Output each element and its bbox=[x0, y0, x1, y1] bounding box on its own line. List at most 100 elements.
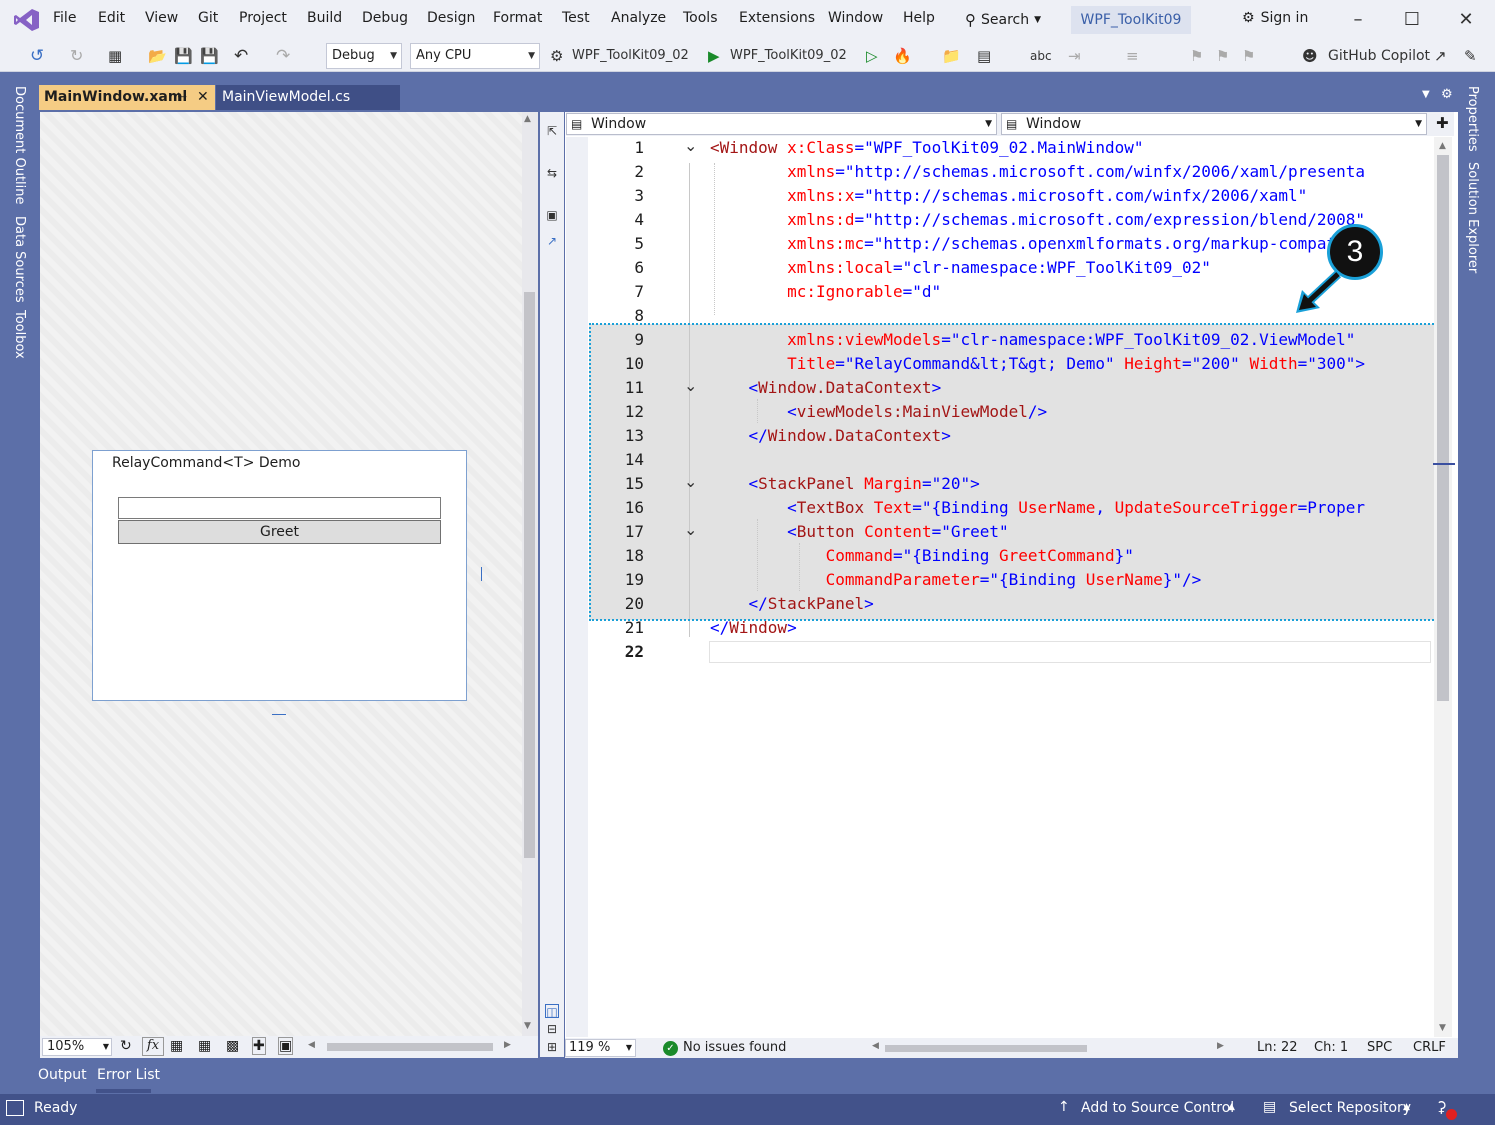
run-target-label[interactable]: WPF_ToolKit09_02 bbox=[730, 45, 847, 67]
startup-project-label[interactable]: WPF_ToolKit09_02 bbox=[572, 45, 689, 67]
scroll-up-icon[interactable]: ▲ bbox=[524, 114, 531, 124]
maximize-button[interactable]: ☐ bbox=[1398, 8, 1426, 32]
close-icon[interactable]: ✕ bbox=[197, 85, 209, 110]
forward-icon[interactable]: ↻ bbox=[70, 45, 83, 67]
snap-grid-icon[interactable]: ▦ bbox=[198, 1038, 211, 1054]
horizontal-scroll-thumb[interactable] bbox=[885, 1045, 1087, 1052]
menu-debug[interactable]: Debug bbox=[362, 10, 408, 26]
tab-list-icon[interactable]: ▼ bbox=[1422, 89, 1430, 100]
refresh-icon[interactable]: ↻ bbox=[120, 1038, 132, 1054]
line-ending-indicator[interactable]: CRLF bbox=[1413, 1040, 1446, 1055]
visual-studio-logo-icon[interactable] bbox=[14, 7, 40, 33]
tab-toolbox[interactable]: Toolbox bbox=[12, 310, 27, 359]
column-indicator[interactable]: Ch: 1 bbox=[1314, 1040, 1348, 1055]
configuration-select[interactable]: Debug ▼ bbox=[326, 43, 402, 69]
snap-lines-icon[interactable]: ✚ bbox=[252, 1037, 266, 1055]
scroll-right-icon[interactable]: ▶ bbox=[1217, 1041, 1224, 1051]
tab-output[interactable]: Output bbox=[38, 1067, 87, 1083]
tab-mainwindow-xaml[interactable]: MainWindow.xaml ⊢ ✕ bbox=[39, 85, 215, 110]
tab-document-outline[interactable]: Document Outline bbox=[12, 86, 27, 205]
pointer-icon[interactable]: ⇱ bbox=[545, 124, 559, 138]
select-repository[interactable]: Select Repository bbox=[1289, 1100, 1411, 1116]
hot-reload-icon[interactable]: 🔥 bbox=[893, 45, 912, 67]
preview-greet-button[interactable]: Greet bbox=[118, 520, 441, 544]
nav-type-select[interactable]: ▤ Window ▼ bbox=[566, 113, 997, 135]
folder-icon[interactable]: 📁 bbox=[942, 45, 961, 67]
nav-member-select[interactable]: ▤ Window ▼ bbox=[1001, 113, 1427, 135]
scroll-down-icon[interactable]: ▼ bbox=[524, 1021, 531, 1031]
tab-properties[interactable]: Properties bbox=[1465, 86, 1480, 152]
window-preview[interactable]: RelayCommand<T> Demo Greet bbox=[92, 450, 467, 701]
menu-format[interactable]: Format bbox=[493, 10, 542, 26]
line-indicator[interactable]: Ln: 22 bbox=[1257, 1040, 1298, 1055]
toggle-icon[interactable]: ▣ bbox=[545, 208, 559, 222]
device-icon[interactable]: ▣ bbox=[278, 1037, 294, 1055]
designer-hscroll-thumb[interactable] bbox=[327, 1043, 493, 1051]
code-line[interactable]: xmlns:mc="http://schemas.openxmlformats.… bbox=[710, 234, 1365, 253]
split-editor-icon[interactable]: ✚ bbox=[1436, 114, 1449, 132]
save-all-icon[interactable]: 💾 bbox=[200, 45, 219, 67]
platform-select[interactable]: Any CPU ▼ bbox=[410, 43, 540, 69]
menu-extensions[interactable]: Extensions bbox=[739, 10, 815, 26]
save-icon[interactable]: 💾 bbox=[174, 45, 193, 67]
zoom-select[interactable]: 119 % ▼ bbox=[565, 1039, 636, 1057]
artboard-icon[interactable]: ▩ bbox=[226, 1038, 239, 1054]
comment-icon[interactable]: ≡ bbox=[1126, 45, 1139, 67]
code-line[interactable]: xmlns="http://schemas.microsoft.com/winf… bbox=[710, 162, 1365, 181]
menu-test[interactable]: Test bbox=[562, 10, 590, 26]
whitespace-indicator[interactable]: SPC bbox=[1367, 1040, 1392, 1055]
close-button[interactable]: ✕ bbox=[1452, 8, 1480, 32]
menu-project[interactable]: Project bbox=[239, 10, 287, 26]
minimize-button[interactable]: – bbox=[1344, 8, 1372, 32]
spell-check-icon[interactable]: abc bbox=[1030, 45, 1052, 67]
vertical-split-icon[interactable]: ◫ bbox=[545, 1004, 559, 1019]
indent-icon[interactable]: ⇥ bbox=[1068, 45, 1081, 67]
menu-help[interactable]: Help bbox=[903, 10, 935, 26]
tab-solution-explorer[interactable]: Solution Explorer bbox=[1465, 162, 1480, 273]
scroll-left-icon[interactable]: ◀ bbox=[872, 1041, 879, 1051]
bookmark-prev-icon[interactable]: ⚑ bbox=[1216, 45, 1229, 67]
menu-tools[interactable]: Tools bbox=[683, 10, 718, 26]
undo-icon[interactable]: ↶ bbox=[234, 45, 248, 67]
menu-design[interactable]: Design bbox=[427, 10, 475, 26]
settings-icon[interactable]: ⚙ bbox=[1441, 87, 1453, 102]
output-icon[interactable] bbox=[6, 1100, 24, 1116]
tab-mainviewmodel-cs[interactable]: MainViewModel.cs bbox=[216, 85, 400, 110]
new-item-icon[interactable]: ▦ bbox=[108, 45, 122, 67]
bookmark-next-icon[interactable]: ⚑ bbox=[1242, 45, 1255, 67]
code-line[interactable]: xmlns:local="clr-namespace:WPF_ToolKit09… bbox=[710, 258, 1211, 277]
run-without-debug-icon[interactable]: ▷ bbox=[866, 45, 878, 67]
resize-handle[interactable] bbox=[481, 567, 482, 581]
tab-data-sources[interactable]: Data Sources bbox=[12, 216, 27, 303]
menu-git[interactable]: Git bbox=[198, 10, 218, 26]
scroll-down-icon[interactable]: ▼ bbox=[1439, 1023, 1446, 1033]
designer-scroll-thumb[interactable] bbox=[524, 292, 535, 858]
code-line[interactable]: mc:Ignorable="d" bbox=[710, 282, 941, 301]
copilot-label[interactable]: GitHub Copilot bbox=[1328, 45, 1430, 67]
sign-in-button[interactable]: ⚙ Sign in bbox=[1242, 10, 1308, 26]
editor-scroll-thumb[interactable] bbox=[1437, 155, 1449, 701]
code-line[interactable]: <Window x:Class="WPF_ToolKit09_02.MainWi… bbox=[710, 138, 1143, 157]
run-icon[interactable]: ▶ bbox=[708, 45, 720, 67]
open-folder-icon[interactable]: 📂 bbox=[148, 45, 167, 67]
fx-icon[interactable]: fx bbox=[142, 1037, 164, 1056]
layout-icon[interactable]: ▤ bbox=[977, 45, 991, 67]
horizontal-split-icon[interactable]: ⊟ bbox=[545, 1022, 559, 1036]
feedback-icon[interactable]: ✎ bbox=[1464, 45, 1477, 67]
add-to-source-control[interactable]: Add to Source Control bbox=[1081, 1100, 1234, 1116]
swap-panes-icon[interactable]: ⇆ bbox=[545, 166, 559, 180]
pin-icon[interactable]: ⊢ bbox=[177, 85, 187, 110]
collapse-pane-icon[interactable]: ⊞ bbox=[545, 1040, 559, 1054]
back-icon[interactable]: ↺ bbox=[30, 45, 44, 67]
tab-error-list[interactable]: Error List bbox=[97, 1067, 160, 1083]
scroll-up-icon[interactable]: ▲ bbox=[1439, 141, 1446, 151]
menu-view[interactable]: View bbox=[145, 10, 178, 26]
menu-build[interactable]: Build bbox=[307, 10, 342, 26]
redo-icon[interactable]: ↷ bbox=[276, 45, 290, 67]
code-line[interactable]: xmlns:x="http://schemas.microsoft.com/wi… bbox=[710, 186, 1307, 205]
scroll-right-icon[interactable]: ▶ bbox=[504, 1040, 511, 1050]
scroll-left-icon[interactable]: ◀ bbox=[308, 1040, 315, 1050]
menu-file[interactable]: File bbox=[53, 10, 76, 26]
menu-edit[interactable]: Edit bbox=[98, 10, 125, 26]
grid-icon[interactable]: ▦ bbox=[170, 1038, 183, 1054]
